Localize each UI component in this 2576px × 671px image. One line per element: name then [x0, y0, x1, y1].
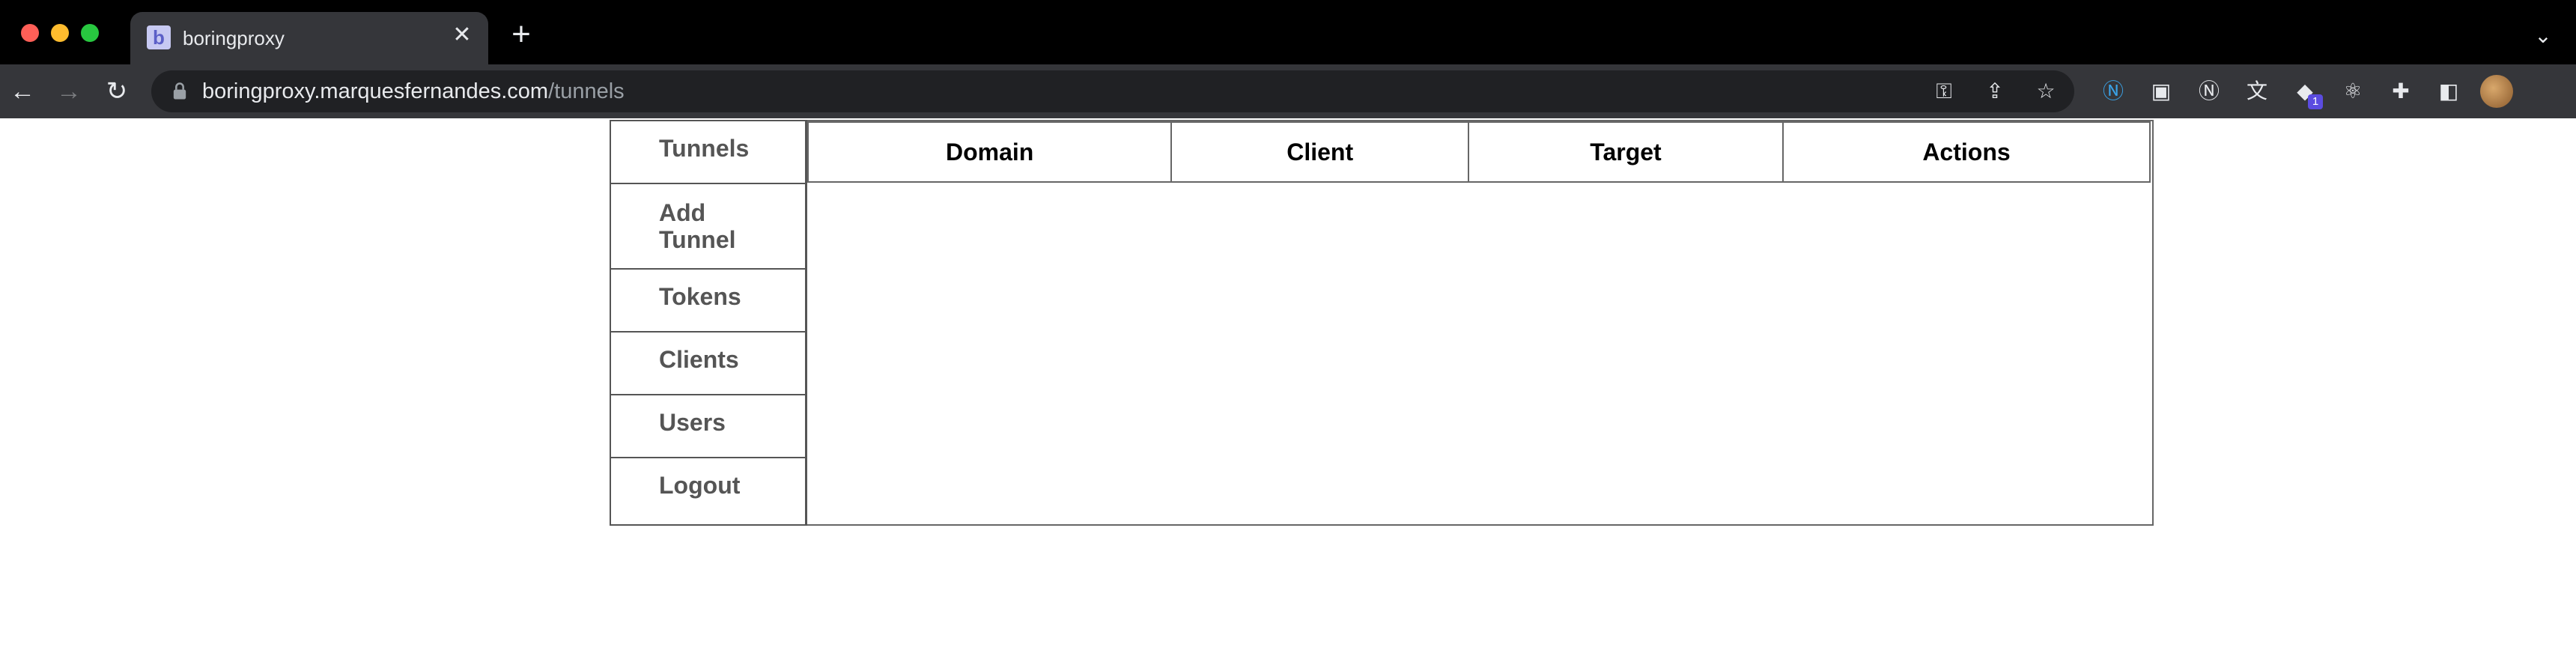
puzzle-icon[interactable]: ✚ [2384, 75, 2417, 108]
column-header-target: Target [1467, 121, 1784, 183]
address-bar[interactable]: boringproxy.marquesfernandes.com/tunnels… [151, 70, 2074, 112]
react-devtools-icon[interactable]: ⚛ [2336, 75, 2369, 108]
menu-item-add-tunnel[interactable]: Add Tunnel [611, 184, 746, 268]
minimize-window-button[interactable] [51, 24, 69, 42]
menu-item-tunnels[interactable]: Tunnels [611, 121, 805, 184]
back-arrow-icon[interactable]: ← [6, 75, 39, 108]
notion-clipper-icon[interactable]: Ⓝ [2097, 75, 2130, 108]
tab-title: boringproxy [183, 27, 285, 49]
column-header-client: Client [1170, 121, 1469, 183]
tunnels-table: Domain Client Target Actions [806, 121, 2151, 183]
reload-icon[interactable]: ↻ [100, 75, 133, 108]
favicon-icon: b [147, 25, 171, 49]
extension-badge-icon[interactable]: ◆ [2288, 75, 2323, 109]
window-extension-icon[interactable]: ▣ [2145, 75, 2178, 108]
lock-icon [173, 82, 186, 100]
url-path: /tunnels [548, 79, 625, 103]
maximize-window-button[interactable] [81, 24, 99, 42]
tab-close-icon[interactable]: ✕ [449, 22, 475, 48]
forward-arrow-icon[interactable]: → [52, 75, 85, 108]
side-menu: Tunnels Add Tunnel Tokens Clients Users … [610, 120, 807, 526]
app-container: Tunnels Add Tunnel Tokens Clients Users … [610, 120, 2154, 526]
tunnels-panel: Domain Client Target Actions [806, 120, 2154, 526]
profile-avatar[interactable] [2480, 75, 2513, 108]
url-host: boringproxy.marquesfernandes.com [202, 79, 549, 103]
notion-icon[interactable]: Ⓝ [2193, 75, 2226, 108]
browser-tab[interactable]: b boringproxy ✕ [130, 12, 488, 64]
close-window-button[interactable] [21, 24, 39, 42]
extensions-bar: Ⓝ ▣ Ⓝ 文 ◆ ⚛ ✚ ◧ [2097, 75, 2513, 109]
menu-item-logout[interactable]: Logout [611, 458, 805, 521]
menu-item-tokens[interactable]: Tokens [611, 270, 805, 333]
page-body: Tunnels Add Tunnel Tokens Clients Users … [0, 118, 2576, 671]
key-icon[interactable]: ⚿ [1929, 76, 1959, 106]
new-tab-button[interactable]: + [506, 18, 536, 51]
omnibox-actions: ⚿ ⇪ ☆ [1929, 76, 2061, 106]
menu-item-clients[interactable]: Clients [611, 333, 805, 395]
table-header-row: Domain Client Target Actions [806, 121, 2151, 183]
star-icon[interactable]: ☆ [2031, 76, 2061, 106]
browser-tab-strip: b boringproxy ✕ + ⌄ [0, 0, 2576, 64]
browser-toolbar: ← → ↻ boringproxy.marquesfernandes.com/t… [0, 64, 2576, 118]
column-header-actions: Actions [1781, 121, 2151, 183]
url-text: boringproxy.marquesfernandes.com/tunnels [202, 79, 625, 103]
column-header-domain: Domain [806, 121, 1173, 183]
translate-icon[interactable]: 文 [2241, 75, 2273, 108]
tab-search-chevron-icon[interactable]: ⌄ [2530, 22, 2557, 49]
side-panel-icon[interactable]: ◧ [2432, 75, 2465, 108]
share-icon[interactable]: ⇪ [1980, 76, 2010, 106]
menu-item-users[interactable]: Users [611, 395, 805, 458]
